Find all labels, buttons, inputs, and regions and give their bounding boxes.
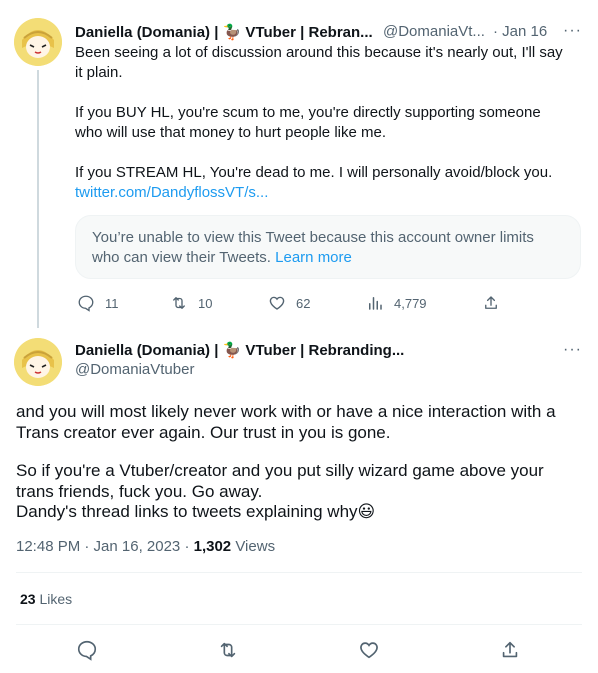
retweet-icon	[220, 642, 236, 658]
divider	[16, 572, 582, 573]
tweet-text-line: who will use that money to hurt people l…	[75, 124, 386, 141]
likes-label: Likes	[35, 591, 73, 607]
like-button[interactable]: 62	[268, 294, 310, 312]
like-button[interactable]	[358, 639, 380, 666]
reply-count: 11	[105, 295, 119, 311]
tweet-text-line: and you will most likely never work with…	[16, 402, 556, 421]
tweet-text-line: it plain.	[75, 64, 123, 81]
tweet-text-line: So if you're a Vtuber/creator and you pu…	[16, 461, 544, 480]
retweet-button[interactable]	[217, 639, 239, 666]
like-count: 62	[296, 295, 311, 311]
retweet-icon	[173, 297, 185, 309]
views-label: Views	[231, 538, 276, 555]
handle[interactable]: @DomaniaVt...	[383, 23, 485, 40]
handle[interactable]: @DomaniaVtuber	[75, 361, 194, 378]
divider	[16, 624, 582, 625]
views-count: 4,779	[394, 295, 427, 311]
views-icon	[369, 297, 382, 310]
views-count: 1,302	[193, 538, 232, 555]
reply-button[interactable]	[76, 639, 98, 666]
like-icon	[360, 642, 378, 659]
tweet-text-line: trans friends, fuck you. Go away.	[16, 482, 263, 501]
more-options-button[interactable]: ···	[563, 22, 582, 40]
quote-text: who can view their Tweets.	[92, 249, 271, 266]
views-button[interactable]: 4,779	[366, 294, 427, 312]
timestamp-text[interactable]: 12:48 PM · Jan 16, 2023 ·	[16, 538, 194, 555]
quote-text-line2: who can view their Tweets. Learn more	[92, 248, 564, 268]
tweet-text-line: If you BUY HL, you're scum to me, you're…	[75, 104, 541, 121]
display-name[interactable]: Daniella (Domania) | 🦆 VTuber | Rebrandi…	[75, 341, 404, 359]
tweet-text-line: If you STREAM HL, You're dead to me. I w…	[75, 164, 553, 181]
reply-icon	[78, 295, 94, 312]
quoted-tweet-unavailable[interactable]: You’re unable to view this Tweet because…	[75, 215, 581, 279]
retweet-button[interactable]: 10	[170, 294, 212, 312]
retweet-count: 10	[198, 295, 213, 311]
tweet-text-line: Dandy's thread links to tweets explainin…	[16, 502, 376, 521]
thread-connector	[37, 70, 39, 328]
tweet-text-line: Been seeing a lot of discussion around t…	[75, 44, 563, 61]
avatar[interactable]	[14, 18, 62, 66]
share-button[interactable]	[499, 639, 521, 666]
reply-button[interactable]: 11	[77, 294, 119, 312]
share-icon	[485, 296, 497, 309]
tweet-link[interactable]: twitter.com/DandyflossVT/s...	[75, 183, 268, 203]
like-icon	[269, 296, 285, 310]
display-name[interactable]: Daniella (Domania) | 🦆 VTuber | Rebran..…	[75, 23, 373, 41]
avatar-image	[14, 18, 62, 66]
likes-count: 23	[20, 591, 36, 607]
likes-stat[interactable]: 23 Likes	[20, 591, 72, 607]
tweet-timestamp[interactable]: 12:48 PM · Jan 16, 2023 · 1,302 Views	[16, 538, 275, 555]
avatar[interactable]	[14, 338, 62, 386]
reply-icon	[77, 640, 97, 661]
avatar-image	[14, 338, 62, 386]
share-icon	[502, 641, 518, 658]
tweet-time[interactable]: · Jan 16	[493, 23, 547, 40]
quote-text-line: You’re unable to view this Tweet because…	[92, 229, 534, 246]
more-options-button[interactable]: ···	[563, 341, 582, 359]
tweet-text-line: Trans creator ever again. Our trust in y…	[16, 423, 391, 442]
share-button[interactable]	[482, 294, 500, 312]
learn-more-link[interactable]: Learn more	[275, 249, 352, 266]
